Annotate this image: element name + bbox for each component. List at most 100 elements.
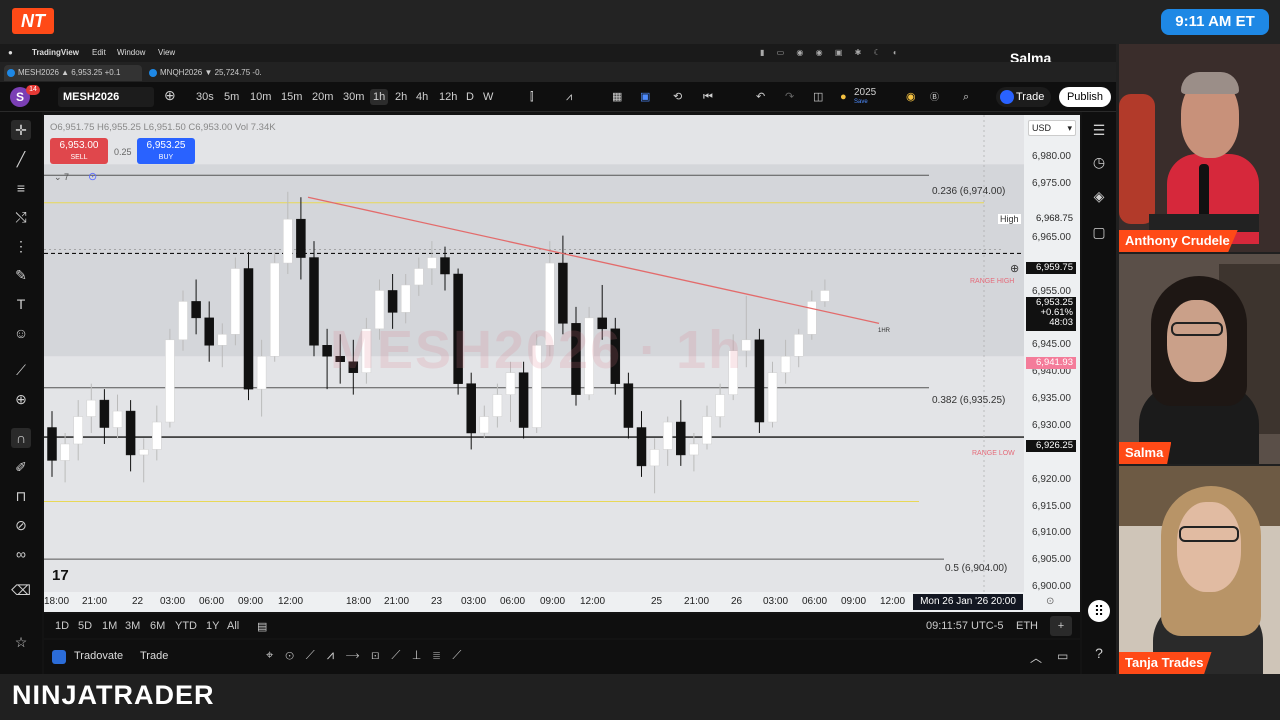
trendline-icon[interactable]: ╱: [11, 149, 31, 169]
buy-button[interactable]: 6,953.25 BUY: [137, 138, 195, 164]
interval-20m[interactable]: 20m: [312, 89, 333, 105]
interval-2h[interactable]: 2h: [395, 89, 407, 105]
panel-icon[interactable]: ◫: [813, 89, 823, 105]
menu-edit[interactable]: Edit: [92, 48, 106, 57]
watchlist-icon[interactable]: ☰: [1089, 120, 1109, 140]
alerts-clock-icon[interactable]: ◷: [1089, 152, 1109, 172]
range-1m[interactable]: 1M: [102, 620, 117, 632]
interval-4h[interactable]: 4h: [416, 89, 428, 105]
add-alert-icon[interactable]: ⊕: [1010, 262, 1019, 275]
indicators-icon[interactable]: ⩘: [566, 89, 572, 105]
publish-button[interactable]: Publish: [1059, 87, 1111, 107]
pattern-icon[interactable]: ⤭: [11, 207, 31, 227]
pencil-lock-icon[interactable]: ✐: [11, 457, 31, 477]
candle-type-icon[interactable]: ⫿: [530, 89, 534, 105]
lightbulb-icon[interactable]: ●: [840, 89, 847, 105]
hide-icon[interactable]: ⊘: [11, 515, 31, 535]
broker-b-icon[interactable]: Ⓑ: [930, 89, 939, 105]
forecast-icon[interactable]: ⋮: [11, 236, 31, 256]
fib-tool-icon[interactable]: ≡: [11, 178, 31, 198]
trendline-label: 1HR: [878, 328, 891, 334]
trash-icon[interactable]: ⌫: [11, 580, 31, 600]
presenter-hair: [1181, 72, 1239, 94]
interval-30m[interactable]: 30m: [343, 89, 364, 105]
maximize-icon[interactable]: ▭: [1057, 649, 1068, 663]
layers-icon[interactable]: ◈: [1089, 186, 1109, 206]
magnet-icon[interactable]: ∩: [11, 428, 31, 448]
alert-icon[interactable]: ▣: [640, 89, 650, 105]
interval-30s[interactable]: 30s: [196, 89, 214, 105]
range-all[interactable]: All: [227, 620, 239, 632]
chat-icon[interactable]: ▢: [1089, 222, 1109, 242]
buy-label: BUY: [158, 154, 174, 161]
time-label: 23: [431, 596, 443, 607]
text-tool-icon[interactable]: T: [11, 294, 31, 314]
interval-5m[interactable]: 5m: [224, 89, 239, 105]
redo-icon[interactable]: ↷: [785, 89, 794, 105]
range-1y[interactable]: 1Y: [206, 620, 219, 632]
candle: [479, 416, 490, 434]
zoom-icon[interactable]: ⊕: [11, 389, 31, 409]
undo-icon[interactable]: ↶: [756, 89, 765, 105]
lock-icon[interactable]: ⊓: [11, 486, 31, 506]
layout-icon[interactable]: ▦: [612, 89, 622, 105]
price-axis[interactable]: USD ▾ 6,980.00 6,975.00 6,965.00 6,955.0…: [1024, 115, 1080, 612]
interval-w[interactable]: W: [483, 89, 493, 105]
interval-1h[interactable]: 1h: [370, 89, 389, 105]
range-6m[interactable]: 6M: [150, 620, 165, 632]
range-1d[interactable]: 1D: [55, 620, 69, 632]
browser-tab-mes[interactable]: MESH2026 ▲ 6,953.25 +0.1: [4, 65, 142, 81]
menu-window[interactable]: Window: [117, 48, 145, 57]
ruler-icon[interactable]: ⟋: [11, 360, 31, 380]
ohlc-high: H6,955.25: [97, 122, 141, 133]
help-icon[interactable]: ?: [1089, 643, 1109, 663]
rewind-icon[interactable]: ⏮: [703, 89, 713, 105]
apps-grid-icon[interactable]: ⠿: [1088, 600, 1110, 622]
apple-icon[interactable]: ●: [8, 48, 13, 57]
interval-d[interactable]: D: [466, 89, 474, 105]
star-icon[interactable]: ☆: [11, 632, 31, 652]
expand-icon[interactable]: +: [1050, 616, 1072, 636]
range-3m[interactable]: 3M: [125, 620, 140, 632]
interval-15m[interactable]: 15m: [281, 89, 302, 105]
link-icon[interactable]: ∞: [11, 544, 31, 564]
menu-app-name[interactable]: TradingView: [32, 48, 79, 57]
theme-icon[interactable]: ◉: [906, 89, 916, 105]
crosshair-icon[interactable]: ✛: [11, 120, 31, 140]
trade-tab[interactable]: Trade: [140, 650, 168, 662]
replay-icon[interactable]: ⟲: [673, 89, 682, 105]
price-label: 6,920.00: [1032, 474, 1071, 485]
range-ytd[interactable]: YTD: [175, 620, 197, 632]
high-marker-label: High: [998, 214, 1021, 224]
candle: [807, 301, 817, 335]
fib-label-0382: 0.382 (6,935.25): [932, 395, 1006, 406]
emoji-icon[interactable]: ☺: [11, 323, 31, 343]
session-label[interactable]: ETH: [1016, 620, 1038, 632]
broker-name[interactable]: Tradovate: [74, 650, 123, 662]
price-label: 6,975.00: [1032, 178, 1071, 189]
add-symbol-icon[interactable]: ⊕: [164, 87, 176, 103]
range-5d[interactable]: 5D: [78, 620, 92, 632]
collapse-icon[interactable]: ︿: [1030, 649, 1042, 666]
sync-icon[interactable]: ⊙: [88, 170, 97, 183]
sell-button[interactable]: 6,953.00 SELL: [50, 138, 108, 164]
clock-timezone[interactable]: 09:11:57 UTC-5: [926, 620, 1003, 632]
browser-tab-mnq[interactable]: MNQH2026 ▼ 25,724.75 -0.: [146, 65, 286, 81]
candle: [47, 427, 57, 461]
candle: [152, 421, 162, 450]
currency-label: USD: [1032, 123, 1052, 133]
symbol-watermark: MESH2026 · 1h: [330, 320, 744, 380]
interval-10m[interactable]: 10m: [250, 89, 271, 105]
menu-view[interactable]: View: [158, 48, 175, 57]
calendar-icon[interactable]: ▤: [257, 620, 267, 633]
brush-icon[interactable]: ✎: [11, 265, 31, 285]
search-icon[interactable]: ⌕: [963, 89, 969, 105]
drawing-quick-tools[interactable]: ⌖⊙⟋⩘⟶⊡⟋⟂≣⟋: [266, 647, 473, 663]
symbol-search[interactable]: MESH2026: [58, 87, 154, 107]
indicator-toggle[interactable]: ⌄ 7: [54, 172, 69, 183]
tradingview-icon: [149, 69, 157, 77]
last-price-tag: 6,953.25 +0.61% 48:03: [1026, 297, 1076, 331]
settings-icon[interactable]: ⊙: [1046, 596, 1054, 607]
currency-select[interactable]: USD ▾: [1028, 120, 1076, 136]
interval-12h[interactable]: 12h: [439, 89, 457, 105]
